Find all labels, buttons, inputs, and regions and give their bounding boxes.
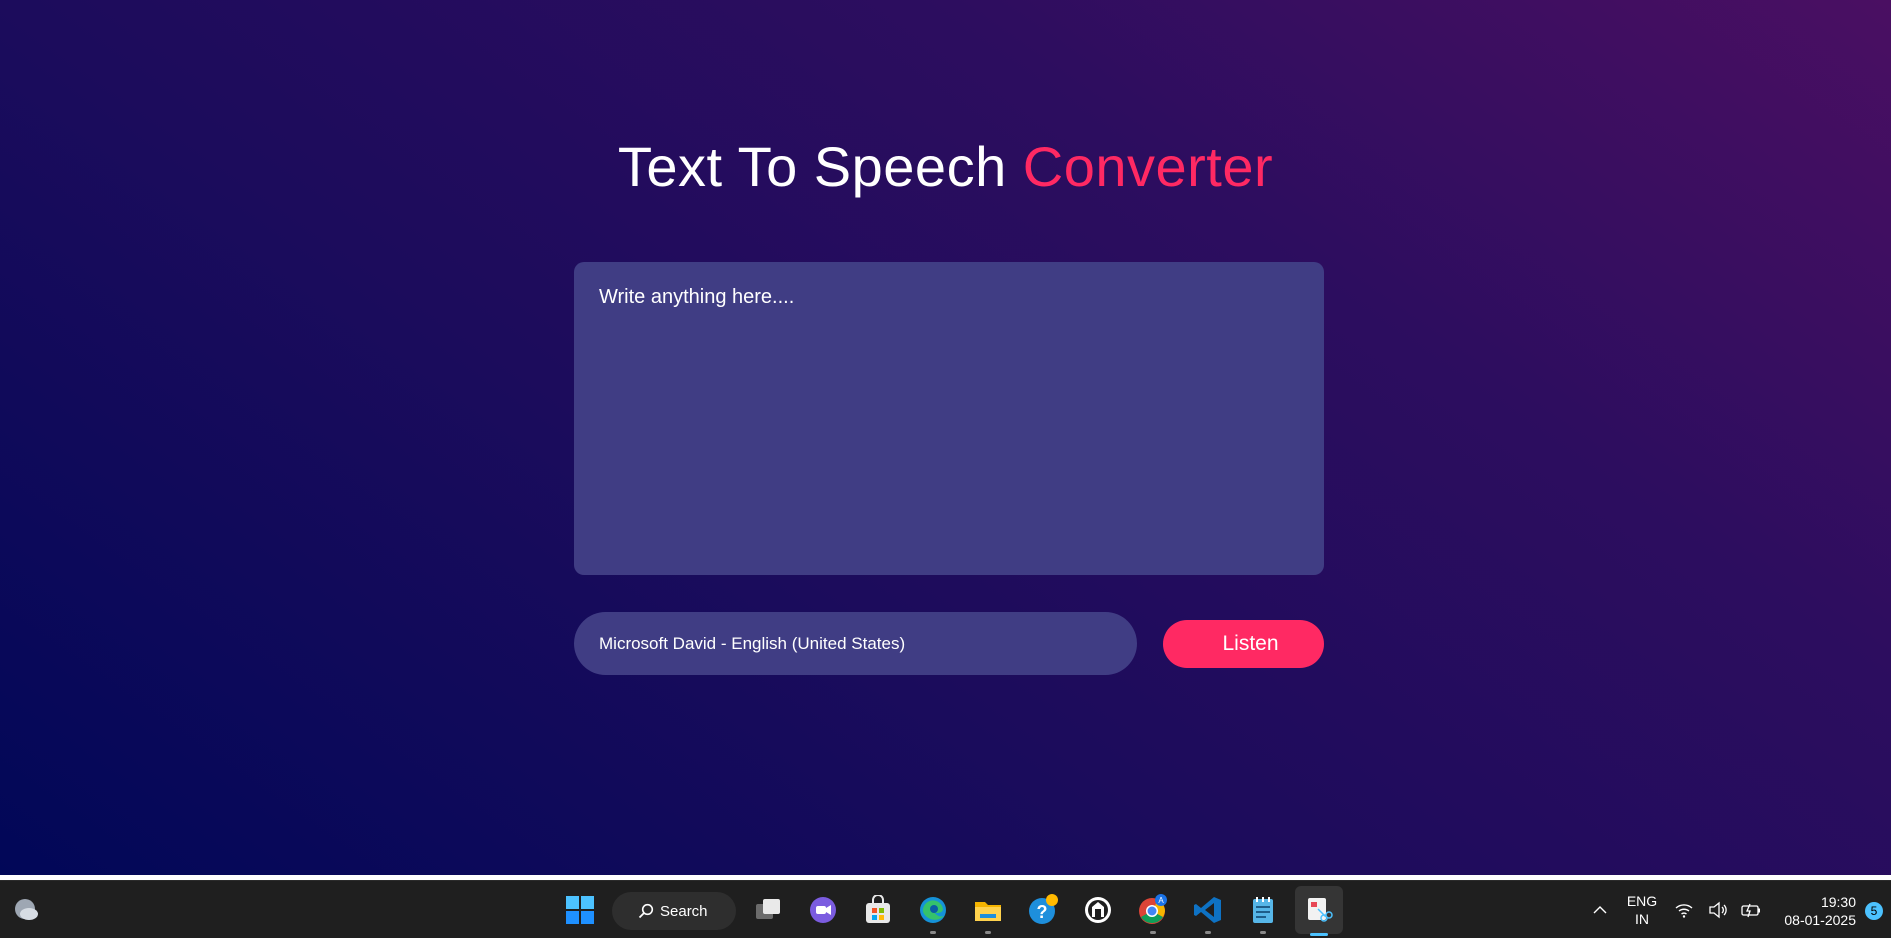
chrome-icon[interactable]: A <box>1135 892 1171 934</box>
widgets-icon[interactable] <box>8 892 44 928</box>
svg-text:?: ? <box>1037 902 1048 922</box>
language-line1: ENG <box>1626 893 1658 909</box>
search-icon <box>638 903 654 919</box>
app-icon[interactable] <box>1080 892 1116 928</box>
edge-icon[interactable] <box>915 892 951 934</box>
meet-icon[interactable] <box>805 892 841 928</box>
store-icon[interactable] <box>860 892 896 928</box>
wifi-icon[interactable] <box>1672 892 1696 928</box>
clock-date: 08-01-2025 <box>1784 912 1856 928</box>
notification-count: 5 <box>1870 904 1878 918</box>
volume-icon[interactable] <box>1706 892 1730 928</box>
file-explorer-icon[interactable] <box>970 892 1006 934</box>
page-title: Text To Speech Converter <box>0 133 1891 201</box>
title-accent: Converter <box>1022 135 1274 198</box>
windows-start-icon[interactable] <box>562 892 598 928</box>
search-label: Search <box>660 902 708 920</box>
listen-button[interactable]: Listen <box>1163 620 1324 668</box>
text-input[interactable] <box>574 262 1324 575</box>
help-icon[interactable]: ? <box>1025 892 1061 928</box>
taskbar: Search ? A ENG IN 19:30 08-01-2025 5 <box>0 880 1891 938</box>
voice-select[interactable]: Microsoft David - English (United States… <box>574 612 1137 675</box>
svg-text:A: A <box>1158 896 1164 905</box>
language-line2: IN <box>1635 911 1649 927</box>
notification-badge[interactable]: 5 <box>1865 902 1883 920</box>
voice-select-value: Microsoft David - English (United States… <box>599 633 906 653</box>
taskbar-search[interactable]: Search <box>612 892 736 930</box>
app-window: Text To Speech Converter Microsoft David… <box>0 0 1891 875</box>
language-indicator[interactable]: ENG IN <box>1620 892 1664 928</box>
vscode-icon[interactable] <box>1190 892 1226 934</box>
listen-button-label: Listen <box>1222 632 1279 655</box>
clock-time: 19:30 <box>1820 894 1856 910</box>
task-view-icon[interactable] <box>750 892 786 928</box>
title-main: Text To Speech <box>617 135 1007 198</box>
clock[interactable]: 19:30 08-01-2025 <box>1784 893 1856 929</box>
snipping-tool-icon[interactable] <box>1301 892 1337 936</box>
chevron-up-icon[interactable] <box>1582 892 1618 928</box>
notepad-icon[interactable] <box>1245 892 1281 934</box>
battery-icon[interactable] <box>1738 892 1764 928</box>
